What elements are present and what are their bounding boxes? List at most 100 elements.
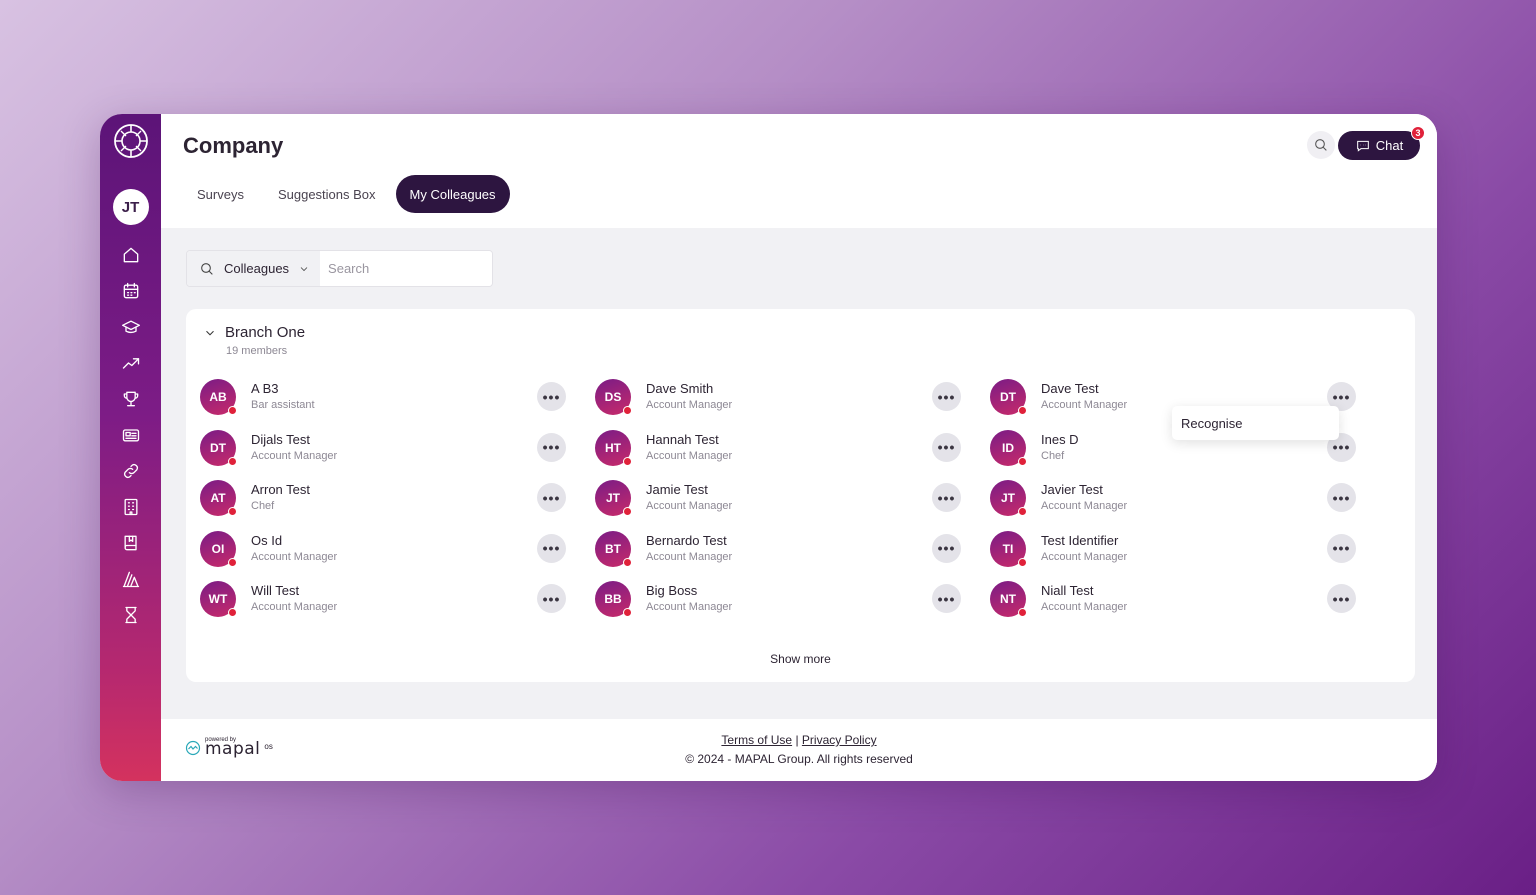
nav-home[interactable] <box>113 237 149 273</box>
colleague-role: Chef <box>251 500 275 512</box>
status-dot <box>228 557 237 567</box>
tab-my-colleagues[interactable]: My Colleagues <box>395 175 510 213</box>
colleague-initials: BT <box>605 541 621 556</box>
colleague-avatar[interactable]: TI <box>990 530 1027 567</box>
colleague-avatar[interactable]: AT <box>200 480 237 516</box>
branch-toggle[interactable]: Branch One <box>203 324 305 341</box>
colleague-info: Dijals Test Account Manager <box>251 431 337 465</box>
colleague-avatar[interactable]: OI <box>200 530 237 567</box>
colleague-avatar[interactable]: WT <box>200 581 237 617</box>
colleague-role: Account Manager <box>1041 399 1128 411</box>
privacy-policy-link[interactable]: Privacy Policy <box>802 733 877 747</box>
more-options-button[interactable]: ••• <box>1327 533 1356 563</box>
tab-bar: Surveys Suggestions Box My Colleagues <box>183 175 510 213</box>
colleague-row: WT Will Test Account Manager ••• <box>200 581 595 617</box>
nav-calendar[interactable] <box>113 273 149 309</box>
colleague-avatar[interactable]: JT <box>990 480 1027 516</box>
colleague-avatar[interactable]: DT <box>200 429 237 466</box>
filter-type-select[interactable]: Colleagues <box>187 251 321 286</box>
nav-library[interactable] <box>113 525 149 561</box>
app-logo-icon[interactable] <box>113 123 149 159</box>
colleague-role: Account Manager <box>646 601 733 613</box>
colleague-role: Account Manager <box>646 399 733 411</box>
colleague-name: Niall Test <box>1041 583 1094 598</box>
nav-news[interactable] <box>113 417 149 453</box>
colleague-initials: DS <box>604 390 622 404</box>
colleague-name: Test Identifier <box>1041 532 1119 548</box>
more-dots-icon: ••• <box>937 540 956 556</box>
nav-reports[interactable] <box>113 561 149 597</box>
more-options-button[interactable]: ••• <box>537 533 566 563</box>
nav-company[interactable] <box>113 489 149 525</box>
app-window: JT Company Surveys Suggestions Box My Co… <box>100 114 1437 781</box>
branch-name: Branch One <box>225 324 306 341</box>
chart-pen-icon <box>122 571 139 588</box>
recognise-menu-item[interactable]: Recognise <box>1172 406 1339 440</box>
status-dot <box>623 557 632 567</box>
colleague-row: DS Dave Smith Account Manager ••• <box>595 379 990 415</box>
colleague-info: Hannah Test Account Manager <box>646 431 732 465</box>
colleague-avatar[interactable]: HT <box>595 429 632 466</box>
more-options-button[interactable]: ••• <box>537 584 566 613</box>
footer-separator: | <box>795 733 799 747</box>
more-dots-icon: ••• <box>1332 489 1351 506</box>
colleague-avatar[interactable]: NT <box>990 581 1027 617</box>
user-avatar[interactable]: JT <box>112 189 149 225</box>
terms-of-use-link[interactable]: Terms of Use <box>721 733 792 747</box>
status-dot <box>1018 406 1027 415</box>
colleague-avatar[interactable]: AB <box>200 379 237 415</box>
nav-learning[interactable] <box>113 309 149 345</box>
tab-surveys[interactable]: Surveys <box>183 175 258 213</box>
colleague-name: A B3 <box>251 381 279 396</box>
more-options-button[interactable]: ••• <box>932 382 961 411</box>
nav-recognition[interactable] <box>113 381 149 417</box>
global-search-button[interactable] <box>1307 131 1335 159</box>
hourglass-icon <box>124 606 137 624</box>
branch-card: Branch One 19 members AB A B3 Bar assistan… <box>186 309 1415 682</box>
more-options-button[interactable]: ••• <box>537 382 566 411</box>
colleague-row: OI Os Id Account Manager ••• <box>200 530 595 567</box>
more-dots-icon: ••• <box>1332 439 1351 455</box>
colleague-info: Javier Test Account Manager <box>1041 481 1127 515</box>
colleague-avatar[interactable]: DS <box>595 379 632 415</box>
book-icon <box>124 535 137 551</box>
colleague-avatar[interactable]: DT <box>990 379 1027 415</box>
news-icon <box>122 429 139 442</box>
more-dots-icon: ••• <box>1332 388 1351 405</box>
trending-up-icon <box>122 358 139 369</box>
colleague-avatar[interactable]: BT <box>595 530 632 567</box>
more-options-button[interactable]: ••• <box>537 483 566 512</box>
more-options-button[interactable]: ••• <box>537 432 566 462</box>
chat-button[interactable]: Chat 3 <box>1338 126 1425 160</box>
nav-links[interactable] <box>113 453 149 489</box>
colleague-row: JT Jamie Test Account Manager ••• <box>595 480 990 516</box>
more-options-button[interactable]: ••• <box>932 584 961 613</box>
chevron-down-icon <box>206 330 214 335</box>
building-icon <box>124 498 137 516</box>
colleague-avatar[interactable]: JT <box>595 480 632 516</box>
colleague-avatar[interactable]: ID <box>990 429 1027 466</box>
chat-bubble-icon <box>1356 140 1369 152</box>
more-options-button[interactable]: ••• <box>932 432 961 462</box>
colleague-role: Account Manager <box>251 449 338 462</box>
footer-links: Terms of Use | Privacy Policy <box>161 733 1437 747</box>
nav-timesheets[interactable] <box>113 597 149 633</box>
calendar-icon <box>123 282 138 299</box>
show-more-link[interactable]: Show more <box>186 652 1415 666</box>
more-options-button[interactable]: ••• <box>932 533 961 563</box>
colleague-name: Os Id <box>251 532 283 548</box>
colleague-role: Account Manager <box>251 550 338 563</box>
tab-suggestions-box[interactable]: Suggestions Box <box>264 175 390 213</box>
more-dots-icon: ••• <box>937 388 956 405</box>
more-options-button[interactable]: ••• <box>1327 584 1356 613</box>
colleague-search-input[interactable] <box>320 251 492 286</box>
colleague-name: Ines D <box>1041 431 1079 447</box>
more-options-button[interactable]: ••• <box>1327 483 1356 512</box>
colleague-avatar[interactable]: BB <box>595 581 632 617</box>
nav-performance[interactable] <box>113 345 149 381</box>
copyright-text: © 2024 - MAPAL Group. All rights reserve… <box>685 752 913 766</box>
colleague-info: Os Id Account Manager <box>251 532 337 566</box>
colleague-initials: DT <box>1000 390 1016 404</box>
more-options-button[interactable]: ••• <box>932 483 961 512</box>
colleague-info: A B3 Bar assistant <box>251 380 315 414</box>
